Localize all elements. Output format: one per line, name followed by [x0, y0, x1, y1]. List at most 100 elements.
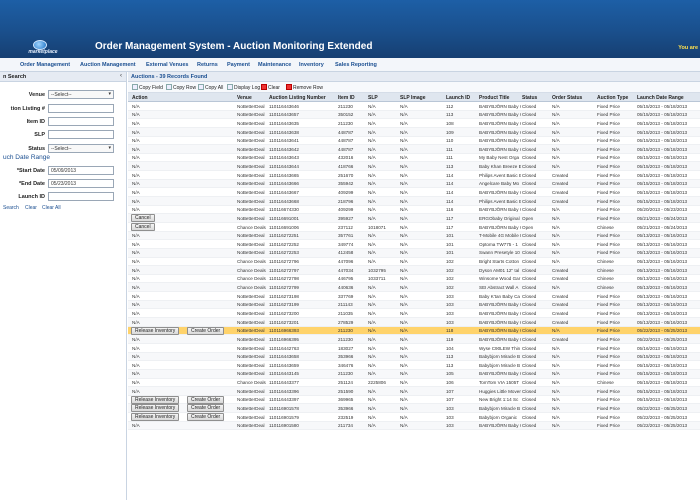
table-row[interactable]: Cancel NoBetterDeal 110116691001 395927 N/A N…: [128, 214, 700, 223]
venue-select[interactable]: --Select-- ▾: [48, 90, 114, 99]
listing-input[interactable]: [48, 104, 114, 113]
table-row[interactable]: N/A NoBetterDeal 110116443646 211230 N/A N/A 1…: [128, 102, 700, 111]
table-row[interactable]: Release Inventory Create Order NoBetterDea…: [128, 326, 700, 336]
col-status[interactable]: Status: [522, 95, 537, 101]
release-inventory-button[interactable]: Release Inventory: [131, 413, 180, 422]
table-row[interactable]: N/A NoBetterDeal 110116273199 211143 N/A N/A 1…: [128, 300, 700, 310]
cell-img: N/A: [400, 250, 408, 256]
create-order-button[interactable]: Create Order: [187, 326, 225, 335]
cell-status: Closed: [522, 207, 537, 213]
nav-maintenance[interactable]: Maintenance: [258, 62, 291, 68]
display-log-button[interactable]: Display Log: [227, 84, 260, 91]
table-row[interactable]: N/A NoBetterDeal 110116443396 251590 N/A N/A 1…: [128, 387, 700, 396]
col-venue[interactable]: Venue: [237, 95, 252, 101]
cancel-button[interactable]: Cancel: [131, 222, 155, 231]
table-row[interactable]: N/A NoBetterDeal 110116272253 412458 N/A N/A 1…: [128, 248, 700, 258]
create-order-button[interactable]: Create Order: [187, 404, 225, 413]
end-date-input[interactable]: [48, 179, 114, 188]
col-listing[interactable]: Auction Listing Number: [269, 95, 326, 101]
nav-returns[interactable]: Returns: [197, 62, 218, 68]
cell-launch: 102: [446, 259, 454, 265]
clear-log-button[interactable]: Clear: [261, 84, 280, 91]
table-row[interactable]: N/A NoBetterDeal 110116674330 409299 N/A N/A 1…: [128, 206, 700, 215]
table-row[interactable]: N/A Chance Deals 110116272798 446795 1033711…: [128, 275, 700, 284]
table-row[interactable]: N/A NoBetterDeal 110116442763 183027 N/A N/A 1…: [128, 344, 700, 353]
launch-input[interactable]: [48, 192, 114, 201]
table-row[interactable]: N/A NoBetterDeal 110116443638 448787 N/A N/A 1…: [128, 127, 700, 137]
nav-inventory[interactable]: Inventory: [299, 62, 324, 68]
table-row[interactable]: N/A NoBetterDeal 110116443635 211230 N/A N/A 1…: [128, 119, 700, 128]
table-row[interactable]: N/A NoBetterDeal 110116273201 278529 N/A N/A 1…: [128, 318, 700, 327]
search-button[interactable]: Search: [3, 205, 19, 211]
cancel-button[interactable]: Cancel: [131, 214, 155, 223]
cell-order: N/A: [552, 224, 560, 230]
table-row[interactable]: N/A NoBetterDeal 110116443667 409299 N/A N/A 1…: [128, 188, 700, 198]
col-slp[interactable]: SLP: [368, 95, 378, 101]
release-inventory-button[interactable]: Release Inventory: [131, 326, 180, 335]
item-input[interactable]: [48, 117, 114, 126]
cell-range: 05/13/2013 - 05/16/2013: [637, 302, 688, 308]
col-action[interactable]: Action: [132, 95, 148, 101]
clear-all-button[interactable]: Clear All: [42, 205, 61, 211]
table-row[interactable]: Release Inventory Create Order NoBetterDea…: [128, 404, 700, 414]
slp-input[interactable]: [48, 130, 114, 139]
cell-order: N/A: [552, 259, 560, 265]
clear-button[interactable]: Clear: [25, 205, 37, 211]
cell-status: Open: [522, 224, 534, 230]
copy-row-button[interactable]: Copy Row: [166, 84, 196, 91]
table-row[interactable]: N/A NoBetterDeal 110116273198 337769 N/A N/A 1…: [128, 292, 700, 301]
release-inventory-button[interactable]: Release Inventory: [131, 395, 180, 404]
create-order-button[interactable]: Create Order: [187, 395, 225, 404]
table-row[interactable]: N/A NoBetterDeal 110116273200 211035 N/A N/A 1…: [128, 309, 700, 319]
table-row[interactable]: N/A NoBetterDeal 110116443641 448787 N/A N/A 1…: [128, 137, 700, 146]
collapse-chevron-icon[interactable]: ‹: [120, 73, 122, 79]
nav-auction-management[interactable]: Auction Management: [80, 62, 136, 68]
table-row[interactable]: N/A NoBetterDeal 110116443643 432016 N/A N/A 1…: [128, 154, 700, 163]
col-slp-image[interactable]: SLP Image: [400, 95, 425, 101]
table-row[interactable]: N/A NoBetterDeal 110116443642 448787 N/A N/A 1…: [128, 145, 700, 154]
table-row[interactable]: Cancel Chance Deals 110116691006 237112 1018…: [128, 222, 700, 232]
table-row[interactable]: N/A Chance Deals 110116272797 447034 1032795…: [128, 266, 700, 275]
table-row[interactable]: N/A NoBetterDeal 110116443666 355942 N/A N/A 1…: [128, 179, 700, 189]
table-row[interactable]: N/A NoBetterDeal 110116443668 218796 N/A N/A 1…: [128, 197, 700, 206]
release-inventory-button[interactable]: Release Inventory: [131, 404, 180, 413]
table-row[interactable]: N/A NoBetterDeal 110116272252 349774 N/A N/A 1…: [128, 240, 700, 249]
remove-row-button[interactable]: Remove Row: [286, 84, 323, 91]
cell-range: 05/15/2013 - 05/18/2013: [637, 164, 688, 170]
table-row[interactable]: N/A NoBetterDeal 110116901580 211734 N/A N/A 1…: [128, 421, 700, 431]
nav-sales-reporting[interactable]: Sales Reporting: [335, 62, 377, 68]
table-row[interactable]: N/A NoBetterDeal 110116272251 357761 N/A N/A 1…: [128, 231, 700, 241]
table-row[interactable]: N/A NoBetterDeal 110116966395 211230 N/A N/A 1…: [128, 335, 700, 344]
col-order-status[interactable]: Order Status: [552, 95, 582, 101]
copy-field-button[interactable]: Copy Field: [132, 84, 163, 91]
nav-payment[interactable]: Payment: [227, 62, 250, 68]
cell-order: N/A: [552, 362, 560, 368]
col-launch-id[interactable]: Launch ID: [446, 95, 470, 101]
table-row[interactable]: N/A NoBetterDeal 110116443657 350152 N/A N/A 1…: [128, 110, 700, 120]
col-auction-type[interactable]: Auction Type: [597, 95, 628, 101]
table-row[interactable]: N/A Chance Deals 110116272796 447096 N/A N/A 1…: [128, 258, 700, 267]
table-row[interactable]: Release Inventory Create Order NoBetterDea…: [128, 413, 700, 422]
table-row[interactable]: N/A NoBetterDeal 110116443665 251670 N/A N/A 1…: [128, 171, 700, 180]
col-item-id[interactable]: Item ID: [338, 95, 355, 101]
table-row[interactable]: Release Inventory Create Order NoBetterDea…: [128, 395, 700, 405]
grid-toolbar: Copy Field Copy Row Copy All Display Log…: [128, 82, 700, 93]
create-order-button[interactable]: Create Order: [187, 413, 225, 422]
nav-external-venues[interactable]: External Venues: [146, 62, 189, 68]
table-row[interactable]: N/A NoBetterDeal 110116443644 418766 N/A N/A 1…: [128, 162, 700, 172]
nav-order-management[interactable]: Order Management: [20, 62, 70, 68]
col-product-title[interactable]: Product Title: [479, 95, 509, 101]
cell-type: Fixed Price: [597, 336, 620, 342]
table-row[interactable]: N/A NoBetterDeal 110116443658 353966 N/A N/A 1…: [128, 352, 700, 362]
copy-all-button[interactable]: Copy All: [198, 84, 223, 91]
col-launch-date-range[interactable]: Launch Date Range: [637, 95, 684, 101]
status-select[interactable]: --Select-- ▾: [48, 144, 114, 153]
start-date-input[interactable]: [48, 166, 114, 175]
table-row[interactable]: N/A Chance Deals 110116272799 440636 N/A N/A 1…: [128, 283, 700, 293]
table-row[interactable]: N/A NoBetterDeal 110116443659 346476 N/A N/A 1…: [128, 361, 700, 370]
cell-type: Chinese: [597, 285, 614, 291]
cell-venue: NoBetterDeal: [237, 129, 265, 135]
table-row[interactable]: N/A Chance Deals 110116443377 251124 2225806…: [128, 379, 700, 388]
table-row[interactable]: N/A NoBetterDeal 110116443145 211230 N/A N/A 1…: [128, 369, 700, 379]
cell-venue: NoBetterDeal: [237, 215, 265, 221]
